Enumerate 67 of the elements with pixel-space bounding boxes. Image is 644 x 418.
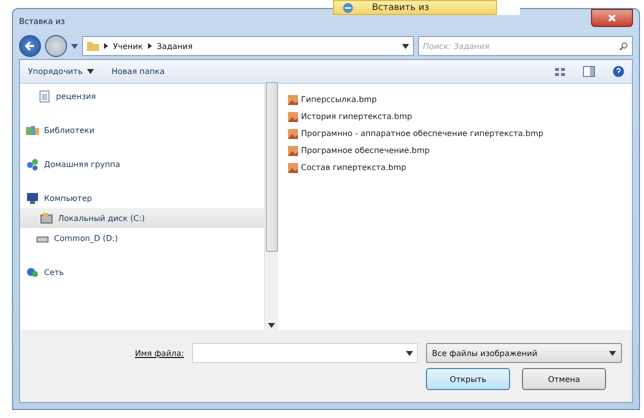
cancel-button[interactable]: Отмена bbox=[522, 368, 606, 390]
preview-pane-icon[interactable] bbox=[583, 66, 595, 77]
sidebar-label: Библиотеки bbox=[44, 126, 94, 134]
network-icon bbox=[26, 266, 39, 278]
sidebar-item[interactable]: Компьютер bbox=[20, 188, 264, 208]
window-title: Вставка из bbox=[19, 16, 65, 26]
sidebar-label: Домашняя группа bbox=[44, 160, 120, 168]
back-arrow-icon bbox=[25, 41, 35, 51]
dropdown-arrow-icon bbox=[71, 44, 78, 48]
chevron-icon bbox=[148, 43, 152, 49]
filename-field[interactable] bbox=[192, 343, 418, 363]
help-icon[interactable] bbox=[613, 66, 624, 77]
file-item[interactable]: Програмнно - аппаратное обеспечение гипертекста.bmp bbox=[288, 126, 622, 141]
filename-label: Имя файла: bbox=[134, 348, 184, 358]
file-name: Состав гипертекста.bmp bbox=[301, 163, 406, 172]
menu-item[interactable]: Вставить из bbox=[333, 0, 497, 15]
sidebar-item[interactable]: Домашняя группа bbox=[20, 154, 264, 174]
address-bar[interactable]: Ученик Задания bbox=[82, 36, 414, 56]
file-name: Програмнно - аппаратное обеспечение гипертекста.bmp bbox=[301, 129, 544, 138]
library-icon bbox=[26, 124, 39, 136]
folder-icon bbox=[87, 40, 99, 52]
breadcrumb[interactable]: Ученик bbox=[113, 42, 143, 50]
sidebar-label: Сеть bbox=[44, 268, 64, 276]
chevron-icon bbox=[104, 43, 108, 49]
dropdown-arrow-icon bbox=[268, 323, 275, 328]
sidebar-item[interactable]: Common_D (D:) bbox=[20, 228, 264, 248]
computer-icon bbox=[26, 192, 39, 204]
dropdown-arrow-icon bbox=[402, 44, 409, 48]
image-file-icon bbox=[288, 162, 298, 172]
search-icon bbox=[619, 42, 628, 50]
dropdown-arrow-icon bbox=[406, 350, 413, 356]
dropdown-arrow-icon bbox=[609, 350, 616, 356]
sidebar-label: Локальный диск (C:) bbox=[58, 214, 145, 222]
file-item[interactable]: Програмное обеспечение.bmp bbox=[288, 143, 622, 158]
sidebar-label: Common_D (D:) bbox=[54, 234, 118, 242]
dropdown-arrow-icon bbox=[86, 69, 94, 74]
file-type-dropdown[interactable]: Все файлы изображений bbox=[426, 343, 622, 363]
image-file-icon bbox=[288, 112, 298, 122]
breadcrumb[interactable]: Задания bbox=[156, 42, 193, 50]
sidebar-label: рецензия bbox=[56, 92, 96, 100]
forward-button[interactable] bbox=[45, 35, 67, 57]
open-button[interactable]: Открыть bbox=[426, 368, 510, 390]
sidebar-item[interactable]: Библиотеки bbox=[20, 120, 264, 140]
menu-item-label: Вставить из bbox=[372, 2, 430, 12]
homegroup-icon bbox=[26, 158, 39, 170]
close-icon bbox=[608, 14, 616, 22]
image-file-icon bbox=[288, 94, 298, 104]
sidebar-label: Компьютер bbox=[44, 194, 92, 202]
sidebar-item[interactable]: Локальный диск (C:) bbox=[20, 208, 264, 228]
file-name: История гипертекста.bmp bbox=[301, 112, 412, 121]
file-item[interactable]: Гиперссылка.bmp bbox=[288, 92, 622, 107]
sidebar-item[interactable]: Сеть bbox=[20, 262, 264, 282]
file-item[interactable]: История гипертекста.bmp bbox=[288, 109, 622, 124]
sidebar-item[interactable]: рецензия bbox=[20, 86, 264, 106]
document-icon bbox=[38, 90, 51, 102]
file-name: Гиперссылка.bmp bbox=[301, 95, 377, 104]
image-file-icon bbox=[288, 146, 298, 156]
file-name: Програмное обеспечение.bmp bbox=[301, 146, 430, 155]
close-button[interactable] bbox=[591, 9, 633, 27]
image-file-icon bbox=[288, 128, 298, 138]
back-button[interactable] bbox=[19, 35, 41, 57]
search-placeholder: Поиск: Задания bbox=[423, 42, 490, 50]
file-item[interactable]: Состав гипертекста.bmp bbox=[288, 160, 622, 175]
new-folder-button[interactable]: Новая папка bbox=[112, 67, 165, 76]
view-icon[interactable] bbox=[555, 66, 565, 76]
organize-button[interactable]: Упорядочить bbox=[28, 67, 94, 76]
scrollbar[interactable] bbox=[264, 84, 278, 330]
